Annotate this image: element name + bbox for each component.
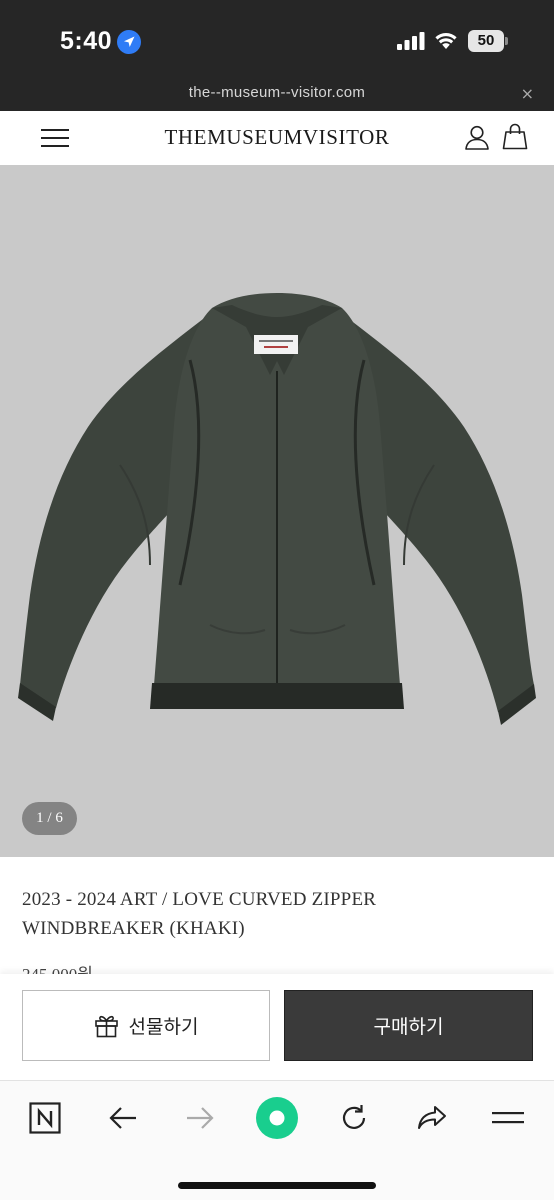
back-arrow-icon: [109, 1107, 136, 1129]
battery-nub: [505, 37, 508, 45]
naver-home-button[interactable]: [24, 1097, 66, 1139]
naver-home-icon: [29, 1102, 61, 1134]
purchase-bar: 선물하기 구매하기: [0, 974, 554, 1080]
battery-level: 50: [468, 30, 504, 52]
gift-button[interactable]: 선물하기: [22, 990, 270, 1061]
buy-button[interactable]: 구매하기: [284, 990, 533, 1061]
gift-icon: [94, 1015, 118, 1038]
product-title: 2023 - 2024 ART / LOVE CURVED ZIPPER WIN…: [22, 889, 377, 939]
back-button[interactable]: [102, 1097, 144, 1139]
gift-button-label: 선물하기: [128, 1016, 199, 1038]
browser-toolbar: [0, 1080, 554, 1200]
refresh-button[interactable]: [333, 1097, 375, 1139]
browser-menu-button[interactable]: [487, 1097, 529, 1139]
close-icon[interactable]: ×: [521, 84, 534, 103]
shopping-bag-icon[interactable]: [502, 123, 528, 150]
user-icon[interactable]: [464, 124, 490, 150]
green-dot-button[interactable]: [256, 1097, 298, 1139]
menu-icon: [492, 1112, 524, 1124]
home-indicator[interactable]: [178, 1182, 376, 1189]
location-arrow-icon: [117, 30, 141, 54]
battery-icon: 50: [468, 30, 508, 52]
status-bar: 5:40 50: [0, 0, 554, 80]
jacket-photo: [18, 293, 536, 725]
cellular-signal-icon: [397, 32, 425, 50]
site-header: THEMUSEUMVISITOR: [0, 111, 554, 165]
url-text[interactable]: the--museum--visitor.com: [0, 84, 554, 101]
refresh-icon: [342, 1105, 366, 1129]
forward-button[interactable]: [179, 1097, 221, 1139]
wifi-icon: [435, 32, 457, 49]
hamburger-menu-icon[interactable]: [41, 126, 69, 150]
buy-button-label: 구매하기: [373, 1016, 444, 1038]
product-image[interactable]: 1 / 6: [0, 165, 554, 857]
forward-arrow-icon: [187, 1107, 214, 1129]
image-counter: 1 / 6: [22, 802, 77, 835]
status-time: 5:40: [60, 27, 113, 55]
share-icon: [418, 1106, 446, 1129]
green-dot-icon: [256, 1097, 298, 1139]
browser-url-bar[interactable]: the--museum--visitor.com ×: [0, 80, 554, 111]
share-button[interactable]: [411, 1097, 453, 1139]
